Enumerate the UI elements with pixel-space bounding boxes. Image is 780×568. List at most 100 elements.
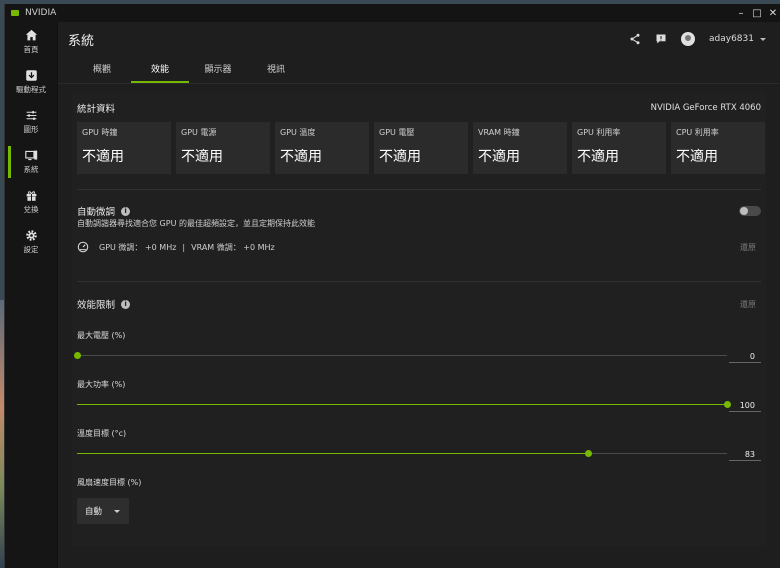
slider-fill [77,404,727,405]
nvidia-logo-icon [11,10,19,16]
info-icon[interactable]: i [121,299,131,309]
offset-separator: | [182,242,186,252]
stat-card-gpu-temp: GPU 溫度不適用 [275,122,369,174]
maximize-icon[interactable]: □ [749,8,765,19]
power-value[interactable]: 100 [729,398,761,412]
username[interactable]: aday6831 [709,34,754,44]
stat-label: GPU 電源 [181,128,217,137]
stat-value: 不適用 [478,149,520,165]
info-icon[interactable]: i [121,206,131,216]
power-label: 最大功率 (%) [77,380,126,389]
chevron-down-icon[interactable] [760,37,766,41]
stat-value: 不適用 [379,149,421,165]
sidebar-item-label: 設定 [23,245,39,254]
sidebar-item-system[interactable]: 系統 [5,142,57,182]
sidebar-item-drivers[interactable]: 驅動程式 [5,62,57,102]
fan-speed-selected: 自動 [85,507,103,517]
gpu-offset: GPU 微調： +0 MHz [99,242,177,252]
sidebar-item-home[interactable]: 首頁 [5,22,57,62]
overclock-offsets: GPU 微調： +0 MHz | VRAM 微調： +0 MHz 還原 [77,240,761,254]
stat-card-gpu-power: GPU 電源不適用 [176,122,270,174]
auto-tune-header: 自動微調 i [77,204,761,218]
stat-label: VRAM 時鐘 [478,128,520,137]
fan-speed-dropdown[interactable]: 自動 [77,498,129,524]
temp-target-label: 溫度目標 (°c) [77,429,127,438]
stat-value: 不適用 [181,149,223,165]
power-slider[interactable]: 100 [77,398,761,412]
minimize-icon[interactable]: – [733,8,749,19]
sidebar-item-settings[interactable]: 設定 [5,222,57,262]
divider [77,189,761,190]
download-icon [25,70,37,81]
sliders-icon [26,111,36,120]
stat-card-gpu-voltage: GPU 電壓不適用 [374,122,468,174]
temp-target-slider[interactable]: 83 [77,447,761,461]
performance-panel: 統計資料 NVIDIA GeForce RTX 4060 GPU 時鐘不適用 G… [72,92,766,546]
sidebar-item-label: 系統 [23,165,39,174]
sidebar-item-label: 驅動程式 [16,85,46,94]
sidebar-item-redeem[interactable]: 兌換 [5,182,57,222]
stats-title: 統計資料 [77,104,116,115]
stat-value: 不適用 [280,149,322,165]
main-content: 統計資料 NVIDIA GeForce RTX 4060 GPU 時鐘不適用 G… [58,84,780,568]
gauge-icon [77,241,89,253]
fan-speed-label: 風扇速度目標 (%) [77,478,142,487]
page-header: 系統 aday6831 [58,22,780,56]
title-bar: NVIDIA – □ ✕ [5,4,780,22]
tab-overview[interactable]: 概觀 [73,56,131,83]
slider-thumb[interactable] [584,450,592,457]
slider-track[interactable] [77,450,727,457]
sidebar: 首頁 驅動程式 圖形 系統 兌換 設定 [5,22,58,568]
stat-label: GPU 利用率 [577,128,621,137]
auto-tune-title: 自動微調 [77,207,116,218]
stat-card-vram-clock: VRAM 時鐘不適用 [473,122,567,174]
voltage-label: 最大電壓 (%) [77,331,126,340]
close-icon[interactable]: ✕ [765,8,780,19]
stat-label: GPU 電壓 [379,128,415,137]
slider-fill [77,453,588,454]
stat-value: 不適用 [82,149,124,165]
slider-track[interactable] [74,352,727,359]
divider [77,281,761,282]
chevron-down-icon [114,509,120,513]
stat-card-gpu-clock: GPU 時鐘不適用 [77,122,171,174]
limits-header: 效能限制 i 還原 [77,297,761,311]
gear-icon [25,230,37,241]
slider-track[interactable] [77,401,731,408]
sidebar-item-label: 首頁 [23,45,39,54]
app-title: NVIDIA [25,8,57,18]
auto-tune-description: 自動調諧器尋找適合您 GPU 的最佳超頻設定，並且定期保持此效能 [77,219,315,228]
temp-target-value[interactable]: 83 [729,447,761,461]
avatar[interactable] [681,32,696,46]
tab-display[interactable]: 顯示器 [189,56,247,83]
limits-title: 效能限制 [77,300,116,311]
stat-value: 不適用 [676,149,718,165]
monitor-icon [24,150,37,161]
sidebar-item-label: 圖形 [23,125,39,134]
feedback-icon[interactable] [655,33,667,45]
limits-reset-button[interactable]: 還原 [740,299,761,310]
stat-label: CPU 利用率 [676,128,719,137]
sidebar-item-label: 兌換 [23,205,39,214]
stat-label: GPU 溫度 [280,128,316,137]
gpu-name: NVIDIA GeForce RTX 4060 [650,103,761,113]
auto-tune-toggle[interactable] [739,206,761,216]
stats-cards: GPU 時鐘 不適用 GPU 電源 不適用 GPU 溫度 不適用 GPU 電壓 不適用 … [77,122,765,174]
gift-icon [26,191,36,202]
app-window: NVIDIA – □ ✕ 首頁 驅動程式 圖形 系統 兌換 設定 系統 aday… [4,4,780,568]
home-icon [25,29,37,41]
stats-header: 統計資料 NVIDIA GeForce RTX 4060 [77,101,761,115]
slider-thumb[interactable] [74,352,81,359]
tab-video[interactable]: 視訊 [247,56,305,83]
tab-bar: 概觀 效能 顯示器 視訊 [58,56,780,84]
stat-label: GPU 時鐘 [82,128,118,137]
voltage-value[interactable]: 0 [729,349,761,363]
tab-performance[interactable]: 效能 [131,56,189,83]
auto-tune-reset-button[interactable]: 還原 [740,242,761,253]
stat-card-cpu-util: CPU 利用率不適用 [671,122,765,174]
share-icon[interactable] [629,33,641,45]
page-title: 系統 [68,33,95,49]
stat-value: 不適用 [577,149,619,165]
voltage-slider[interactable]: 0 [74,349,761,363]
sidebar-item-graphics[interactable]: 圖形 [5,102,57,142]
